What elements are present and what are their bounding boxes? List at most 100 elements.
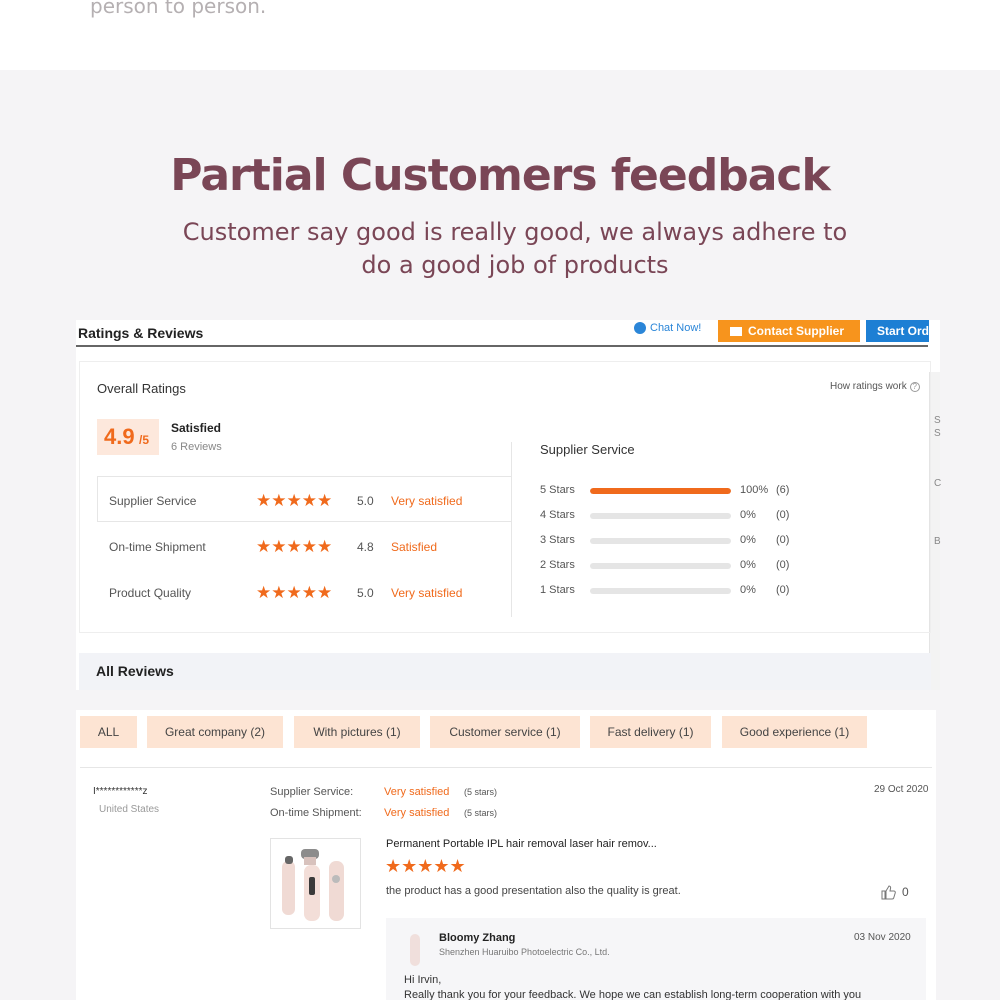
star-breakdown-row: 3 Stars 0% (0) xyxy=(540,534,840,548)
category-verdict: Very satisfied xyxy=(391,494,463,508)
ratings-reviews-title: Ratings & Reviews xyxy=(78,325,204,341)
question-icon: ? xyxy=(909,381,920,392)
contact-supplier-button[interactable]: Contact Supplier xyxy=(718,320,860,342)
ratings-panel: Ratings & Reviews Chat Now! Contact Supp… xyxy=(76,320,942,690)
filter-tag-good-experience[interactable]: Good experience (1) xyxy=(722,716,867,748)
filter-tag-fast-delivery[interactable]: Fast delivery (1) xyxy=(590,716,711,748)
top-band: person to person. xyxy=(0,0,1000,70)
reviewer-country: United States xyxy=(99,804,160,815)
intro-text-fragment: person to person. xyxy=(90,0,267,18)
star-percent: 0% xyxy=(740,509,756,521)
side-letter: S xyxy=(934,415,941,426)
review-meta-row: On-time Shipment: Very satisfied (5 star… xyxy=(270,807,570,821)
meta-label: On-time Shipment: xyxy=(270,807,362,819)
star-breakdown-row: 4 Stars 0% (0) xyxy=(540,509,840,523)
progress-track xyxy=(590,563,731,569)
reply-body: Really thank you for your feedback. We h… xyxy=(404,989,862,1000)
reply-date: 03 Nov 2020 xyxy=(854,932,911,943)
category-row[interactable]: On-time Shipment ★★★★★ 4.8 Satisfied xyxy=(109,537,509,556)
star-breakdown-row: 2 Stars 0% (0) xyxy=(540,559,840,573)
ipl-device-image xyxy=(282,849,344,921)
side-letter: C xyxy=(934,478,942,489)
star-breakdown-row: 1 Stars 0% (0) xyxy=(540,584,840,598)
overall-ratings-box: Overall Ratings How ratings work ? 4.9 /… xyxy=(79,361,931,633)
star-level-label: 2 Stars xyxy=(540,559,575,571)
section-subtitle: Customer say good is really good, we alw… xyxy=(182,218,848,279)
star-level-label: 1 Stars xyxy=(540,584,575,596)
all-reviews-header: All Reviews xyxy=(79,653,931,690)
how-ratings-work-label: How ratings work xyxy=(830,381,907,392)
thumbs-up-icon xyxy=(881,885,896,900)
side-letter: S xyxy=(934,428,941,439)
progress-track xyxy=(590,488,731,494)
star-count: (6) xyxy=(776,484,790,496)
how-ratings-work-link[interactable]: How ratings work ? xyxy=(830,381,920,392)
verdict-label: Satisfied xyxy=(171,421,222,435)
contact-supplier-label: Contact Supplier xyxy=(748,324,845,338)
star-level-label: 5 Stars xyxy=(540,484,575,496)
review-star-icons: ★★★★★ xyxy=(385,856,466,876)
progress-track xyxy=(590,588,731,594)
progress-track xyxy=(590,538,731,544)
meta-stars: (5 stars) xyxy=(464,787,498,797)
like-button[interactable]: 0 xyxy=(880,884,909,900)
meta-value: Very satisfied xyxy=(384,807,450,819)
category-name: Product Quality xyxy=(109,586,192,600)
star-percent: 0% xyxy=(740,559,756,571)
review-date: 29 Oct 2020 xyxy=(874,784,929,795)
category-verdict: Very satisfied xyxy=(391,586,463,600)
star-count: (0) xyxy=(776,534,790,546)
category-rating: 4.8 xyxy=(357,540,374,554)
chat-icon xyxy=(634,322,646,334)
filter-tag-customer-service[interactable]: Customer service (1) xyxy=(430,716,580,748)
category-rating: 5.0 xyxy=(357,494,374,508)
star-percent: 0% xyxy=(740,584,756,596)
supplier-reply: Bloomy Zhang Shenzhen Huaruibo Photoelec… xyxy=(386,918,926,1000)
title-underline xyxy=(76,345,928,347)
score-badge: 4.9 /5 xyxy=(97,419,159,455)
reply-author-name: Bloomy Zhang xyxy=(439,932,516,944)
meta-label: Supplier Service: xyxy=(270,786,354,798)
category-rating: 5.0 xyxy=(357,586,374,600)
star-count: (0) xyxy=(776,509,790,521)
overall-ratings-label: Overall Ratings xyxy=(97,381,186,396)
product-thumbnail[interactable] xyxy=(270,838,361,929)
chat-now-label: Chat Now! xyxy=(650,322,702,334)
avatar xyxy=(410,934,420,966)
star-percent: 100% xyxy=(740,484,769,496)
breakdown-title: Supplier Service xyxy=(540,442,635,457)
star-count: (0) xyxy=(776,584,790,596)
filter-tag-with-pictures[interactable]: With pictures (1) xyxy=(294,716,420,748)
mail-icon xyxy=(730,326,742,336)
meta-stars: (5 stars) xyxy=(464,808,498,818)
progress-fill xyxy=(590,488,731,494)
category-name: Supplier Service xyxy=(109,494,197,508)
divider xyxy=(80,767,932,768)
reply-company: Shenzhen Huaruibo Photoelectric Co., Ltd… xyxy=(439,947,610,957)
star-percent: 0% xyxy=(740,534,756,546)
chat-now-link[interactable]: Chat Now! xyxy=(634,322,701,334)
vertical-divider xyxy=(511,442,512,617)
side-letter: B xyxy=(934,536,941,547)
progress-track xyxy=(590,513,731,519)
reviews-count: 6 Reviews xyxy=(171,441,222,453)
score-out-of: /5 xyxy=(139,433,150,447)
star-rating-icon: ★★★★★ xyxy=(256,583,333,602)
star-level-label: 3 Stars xyxy=(540,534,575,546)
star-breakdown-row: 5 Stars 100% (6) xyxy=(540,484,840,498)
star-count: (0) xyxy=(776,559,790,571)
filter-tag-all[interactable]: ALL xyxy=(80,716,137,748)
product-title-link[interactable]: Permanent Portable IPL hair removal lase… xyxy=(386,838,657,850)
category-name: On-time Shipment xyxy=(109,540,206,554)
like-count: 0 xyxy=(902,885,909,899)
reply-greeting: Hi Irvin, xyxy=(404,974,442,986)
star-level-label: 4 Stars xyxy=(540,509,575,521)
meta-value: Very satisfied xyxy=(384,786,450,798)
category-row[interactable]: Supplier Service ★★★★★ 5.0 Very satisfie… xyxy=(109,491,509,510)
filter-tag-great-company[interactable]: Great company (2) xyxy=(147,716,283,748)
reviewer-name: I************z xyxy=(93,786,148,797)
reviews-list-panel: ALL Great company (2) With pictures (1) … xyxy=(76,710,936,1000)
start-order-button[interactable]: Start Ord xyxy=(866,320,929,342)
category-verdict: Satisfied xyxy=(391,540,438,554)
category-row[interactable]: Product Quality ★★★★★ 5.0 Very satisfied xyxy=(109,583,509,602)
